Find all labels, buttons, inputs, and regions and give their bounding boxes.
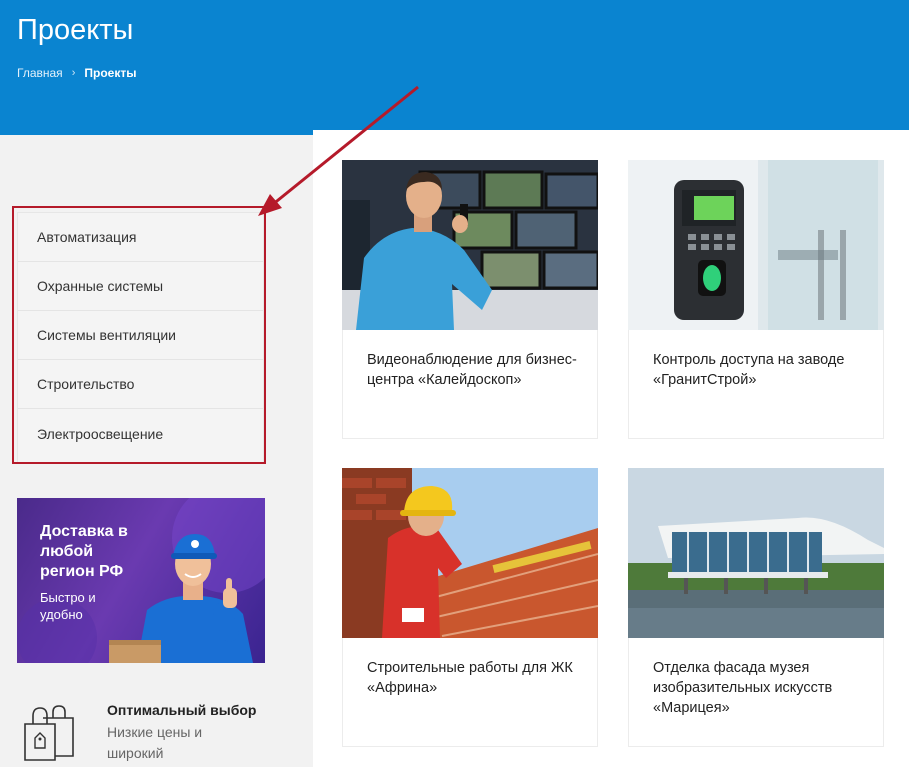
banner-title: Доставка в любой регион РФ: [40, 523, 128, 580]
sidebar-item-security-systems[interactable]: Охранные системы: [18, 262, 263, 311]
breadcrumb-separator: ›: [71, 67, 76, 79]
breadcrumb-home-link[interactable]: Главная: [17, 66, 63, 80]
project-image-access-control: [628, 160, 884, 330]
project-card-title[interactable]: Видеонаблюдение для бизнес-центра «Калей…: [367, 350, 577, 390]
project-card[interactable]: Отделка фасада музея изобразительных иск…: [628, 468, 884, 747]
page-header: Проекты Главная › Проекты: [0, 0, 909, 135]
delivery-banner[interactable]: Доставка в любой регион РФ Быстро и удоб…: [17, 498, 265, 663]
project-card[interactable]: Контроль доступа на заводе «ГранитСтрой»: [628, 160, 884, 439]
promo-title: Оптимальный выбор: [107, 702, 257, 718]
breadcrumb-current: Проекты: [84, 66, 137, 80]
project-card-title[interactable]: Строительные работы для ЖК «Африна»: [367, 658, 577, 698]
breadcrumb: Главная › Проекты: [17, 66, 136, 80]
sidebar-item-automation[interactable]: Автоматизация: [18, 213, 263, 262]
project-image-museum-facade: [628, 468, 884, 638]
sidebar-item-construction[interactable]: Строительство: [18, 360, 263, 409]
page-title: Проекты: [17, 14, 134, 46]
project-image-construction: [342, 468, 598, 638]
sidebar-category-menu: Автоматизация Охранные системы Системы в…: [17, 212, 264, 464]
sidebar-item-lighting[interactable]: Электроосвещение: [18, 409, 263, 458]
project-card[interactable]: Строительные работы для ЖК «Африна»: [342, 468, 598, 747]
shopping-bag-icon: [24, 705, 74, 761]
project-image-video-surveillance: [342, 160, 598, 330]
promo-text: Низкие цены и широкий: [107, 724, 203, 761]
project-card-title[interactable]: Отделка фасада музея изобразительных иск…: [653, 658, 863, 718]
sidebar-item-ventilation[interactable]: Системы вентиляции: [18, 311, 263, 360]
project-card[interactable]: Видеонаблюдение для бизнес-центра «Калей…: [342, 160, 598, 439]
project-card-title[interactable]: Контроль доступа на заводе «ГранитСтрой»: [653, 350, 863, 390]
banner-subtitle: Быстро и удобно: [40, 590, 96, 622]
promo-optimal-choice: Оптимальный выбор Низкие цены и широкий: [17, 698, 297, 767]
